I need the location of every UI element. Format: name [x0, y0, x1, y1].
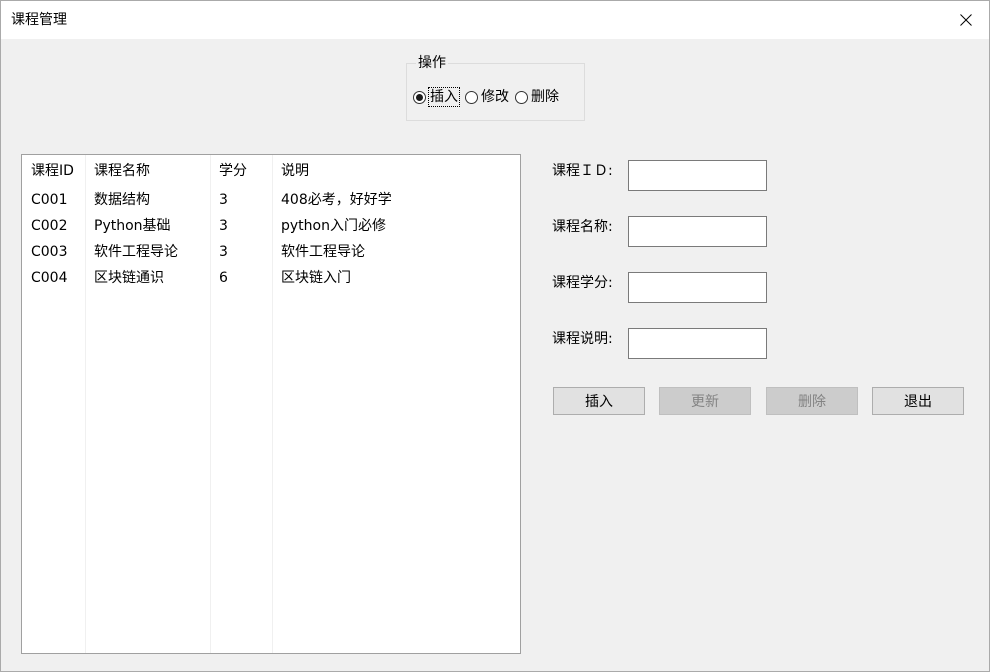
column-header-description[interactable]: 说明: [281, 162, 309, 180]
table-cell-credits[interactable]: 3: [219, 191, 228, 209]
course-name-label: 课程名称:: [552, 219, 613, 235]
radio-delete[interactable]: 删除: [515, 88, 559, 106]
course-id-input[interactable]: [628, 160, 767, 191]
column-header-name[interactable]: 课程名称: [94, 162, 150, 180]
close-icon: [960, 14, 972, 26]
radio-unchecked-icon[interactable]: [465, 90, 478, 104]
table-cell-description[interactable]: 408必考，好好学: [281, 191, 392, 209]
table-cell-description[interactable]: python入门必修: [281, 217, 386, 235]
course-list-view[interactable]: 课程ID 课程名称 学分 说明 C001 数据结构 3 408必考，好好学 C0…: [21, 154, 521, 654]
course-management-window: 课程管理 操作 插入 修改 删除 课程ID 课程名称 学分 说明 C001 数据…: [0, 0, 990, 672]
operation-radio-group: 插入 修改 删除: [413, 87, 565, 107]
table-cell-name[interactable]: 区块链通识: [94, 269, 164, 287]
column-divider: [272, 155, 273, 653]
title-bar: 课程管理: [1, 1, 989, 39]
table-cell-description[interactable]: 区块链入门: [281, 269, 351, 287]
course-credits-label: 课程学分:: [552, 275, 613, 291]
window-title: 课程管理: [11, 12, 67, 28]
table-cell-id[interactable]: C002: [31, 217, 68, 235]
radio-unchecked-icon[interactable]: [515, 90, 528, 104]
course-credits-input[interactable]: [628, 272, 767, 303]
update-button[interactable]: 更新: [659, 387, 751, 415]
radio-modify-label[interactable]: 修改: [481, 88, 509, 106]
column-divider: [210, 155, 211, 653]
course-name-input[interactable]: [628, 216, 767, 247]
column-header-credits[interactable]: 学分: [219, 162, 247, 180]
table-cell-name[interactable]: Python基础: [94, 217, 171, 235]
course-id-label: 课程ＩＤ:: [552, 163, 613, 179]
table-cell-credits[interactable]: 3: [219, 217, 228, 235]
column-header-id[interactable]: 课程ID: [31, 162, 74, 180]
course-description-input[interactable]: [628, 328, 767, 359]
column-divider: [85, 155, 86, 653]
insert-button[interactable]: 插入: [553, 387, 645, 415]
exit-button[interactable]: 退出: [872, 387, 964, 415]
delete-button[interactable]: 删除: [766, 387, 858, 415]
close-button[interactable]: [943, 1, 989, 39]
table-cell-name[interactable]: 软件工程导论: [94, 243, 178, 261]
course-description-label: 课程说明:: [552, 331, 613, 347]
radio-insert[interactable]: 插入: [413, 87, 460, 107]
table-cell-id[interactable]: C001: [31, 191, 68, 209]
table-cell-credits[interactable]: 3: [219, 243, 228, 261]
table-cell-credits[interactable]: 6: [219, 269, 228, 287]
table-cell-id[interactable]: C004: [31, 269, 68, 287]
table-cell-name[interactable]: 数据结构: [94, 191, 150, 209]
table-cell-description[interactable]: 软件工程导论: [281, 243, 365, 261]
radio-checked-icon[interactable]: [413, 90, 426, 104]
operation-groupbox-legend: 操作: [416, 54, 448, 72]
radio-delete-label[interactable]: 删除: [531, 88, 559, 106]
table-cell-id[interactable]: C003: [31, 243, 68, 261]
radio-modify[interactable]: 修改: [465, 88, 509, 106]
radio-insert-label[interactable]: 插入: [428, 87, 460, 107]
